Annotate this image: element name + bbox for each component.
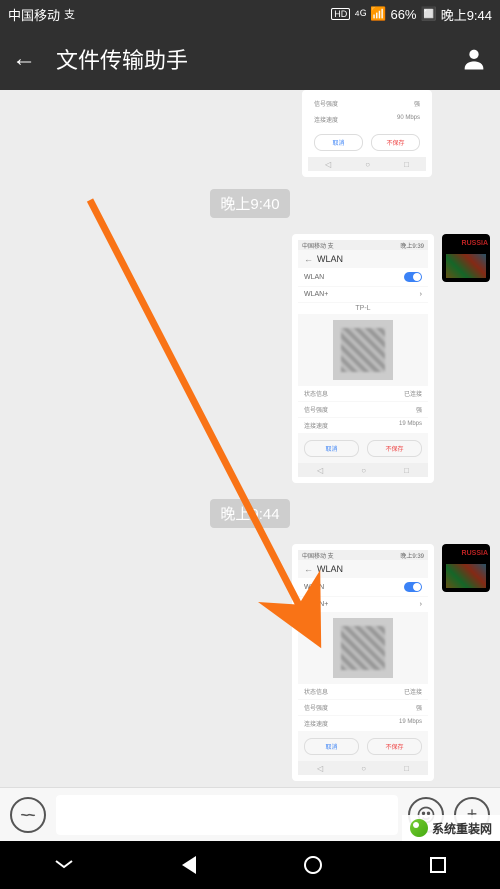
watermark-text: 系统重装网: [432, 820, 492, 837]
status-time: 晚上9:44: [441, 5, 492, 24]
nav-back-icon[interactable]: [182, 856, 196, 874]
message-row-2: 中国移动 支晚上9:39 WLAN WLAN WLAN+› 状态信息已连接 信号…: [0, 540, 500, 785]
back-arrow-icon[interactable]: ←: [12, 45, 36, 73]
profile-icon[interactable]: [460, 45, 488, 73]
message-row-1: 中国移动 支晚上9:39 WLAN WLAN WLAN+› TP-L 状态信息已…: [0, 230, 500, 487]
avatar-2[interactable]: RUSSIA: [442, 544, 490, 592]
battery-icon: 🔲: [421, 6, 437, 22]
message-bubble-1[interactable]: 中国移动 支晚上9:39 WLAN WLAN WLAN+› TP-L 状态信息已…: [292, 234, 434, 483]
carrier-text: 中国移动: [8, 5, 60, 24]
chat-title: 文件传输助手: [56, 43, 460, 75]
chat-header: ← 文件传输助手: [0, 28, 500, 90]
network-icon: ⁴ᴳ: [354, 7, 366, 22]
android-nav-bar: [0, 841, 500, 889]
watermark: 系统重装网: [402, 815, 500, 841]
signal-bars-icon: 📶: [370, 6, 386, 22]
alipay-icon: 支: [64, 6, 75, 22]
nav-recent-icon[interactable]: [430, 857, 446, 873]
timestamp-2: 晚上9:44: [210, 499, 289, 528]
nav-down-icon[interactable]: [54, 855, 74, 876]
message-bubble-partial[interactable]: 信号强度强 连接速度90 Mbps 取消 不保存 ◁○□: [302, 90, 432, 177]
nav-home-icon[interactable]: [304, 856, 322, 874]
message-input[interactable]: [56, 795, 398, 835]
status-right: HD ⁴ᴳ 📶 66% 🔲 晚上9:44: [331, 5, 492, 24]
status-bar: 中国移动 支 HD ⁴ᴳ 📶 66% 🔲 晚上9:44: [0, 0, 500, 28]
voice-button[interactable]: [10, 797, 46, 833]
hd-badge: HD: [331, 8, 350, 20]
timestamp-1: 晚上9:40: [210, 189, 289, 218]
avatar-1[interactable]: RUSSIA: [442, 234, 490, 282]
status-left: 中国移动 支: [8, 5, 75, 24]
watermark-icon: [410, 819, 428, 837]
chat-area[interactable]: 信号强度强 连接速度90 Mbps 取消 不保存 ◁○□ 晚上9:40 中国移动…: [0, 90, 500, 818]
battery-percent: 66%: [390, 7, 416, 22]
message-bubble-2[interactable]: 中国移动 支晚上9:39 WLAN WLAN WLAN+› 状态信息已连接 信号…: [292, 544, 434, 781]
